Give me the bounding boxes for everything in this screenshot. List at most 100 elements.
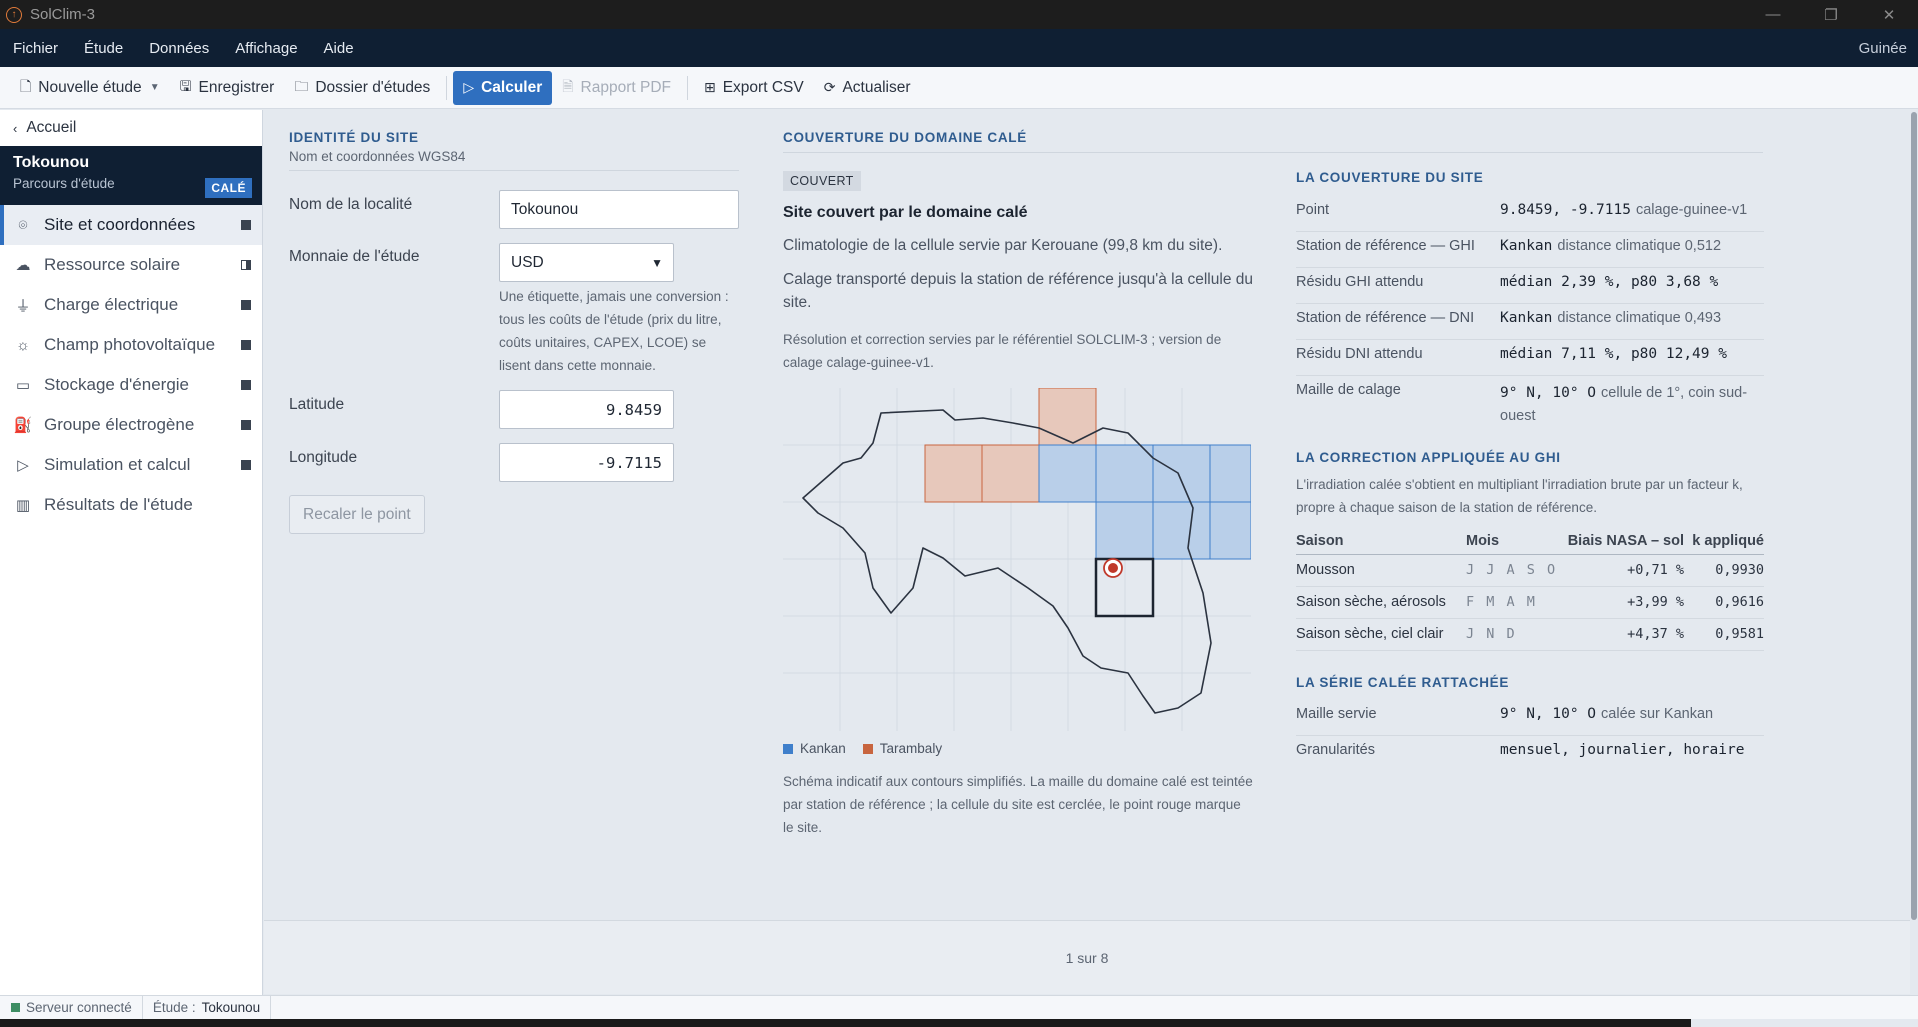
sidebar-item-pv-field[interactable]: ☼ Champ photovoltaïque <box>0 325 262 365</box>
kankan-cells <box>1038 444 1251 560</box>
folder-icon: 🗀 <box>294 77 309 94</box>
server-status: Serveur connecté <box>0 995 143 1020</box>
kankan-cell <box>1038 444 1097 503</box>
sidebar-item-site[interactable]: ⌾ Site et coordonnées <box>0 205 262 245</box>
col-bias: Biais NASA – sol <box>1566 528 1684 555</box>
kv-served-cell: Maille servie 9° N, 10° Ocalée sur Kanka… <box>1296 700 1764 736</box>
title-bar: ↑ SolClim-3 — ❐ ✕ <box>0 0 1918 29</box>
menu-bar: Fichier Étude Données Affichage Aide Gui… <box>0 29 1918 67</box>
table-row: Saison sèche, ciel clair J N D +4,37 % 0… <box>1296 618 1764 651</box>
play-icon: ▷ <box>17 457 29 474</box>
recalibrate-point-button[interactable]: Recaler le point <box>289 495 425 534</box>
new-study-button[interactable]: 🗋 Nouvelle étude ▼ <box>10 71 170 105</box>
sidebar-item-storage[interactable]: ▭ Stockage d'énergie <box>0 365 262 405</box>
sun-cloud-icon: ☁ <box>15 257 31 274</box>
coverage-section: COUVERTURE DU DOMAINE CALÉ <box>783 130 1763 153</box>
longitude-input[interactable]: -9.7115 <box>499 443 674 482</box>
generator-icon: ⛽ <box>13 417 33 434</box>
sidebar-item-results[interactable]: ▥ Résultats de l'étude <box>0 485 262 525</box>
location-pin-icon: ⌾ <box>18 216 28 234</box>
minimize-icon[interactable]: — <box>1744 0 1802 29</box>
sidebar-item-load[interactable]: ⏚ Charge électrique <box>0 285 262 325</box>
battery-icon: ▭ <box>15 377 31 394</box>
toolbar-divider <box>446 75 448 100</box>
region-label: Guinée <box>1858 39 1907 57</box>
document-icon: 🗎 <box>562 77 574 94</box>
kankan-cell <box>1095 501 1154 560</box>
menu-fichier[interactable]: Fichier <box>0 40 71 57</box>
kv-ghi-residual: Résidu GHI attendu médian 2,39 %, p80 3,… <box>1296 268 1764 304</box>
coverage-map <box>783 388 1251 731</box>
status-done-icon <box>241 220 251 230</box>
correction-heading: LA CORRECTION APPLIQUÉE AU GHI <box>1296 450 1561 465</box>
status-done-icon <box>241 460 251 470</box>
status-done-icon <box>241 340 251 350</box>
covered-tag: COUVERT <box>783 171 861 191</box>
menu-affichage[interactable]: Affichage <box>222 40 310 57</box>
menu-aide[interactable]: Aide <box>311 40 367 57</box>
sidebar-item-solar-resource[interactable]: ☁ Ressource solaire <box>0 245 262 285</box>
map-legend: Kankan Tarambaly <box>783 741 959 756</box>
status-bar: Serveur connecté Étude : Tokounou <box>0 995 1918 1020</box>
tarambaly-cell <box>981 444 1040 503</box>
identity-subheading: Nom et coordonnées WGS84 <box>289 149 466 164</box>
main-scrollbar[interactable] <box>1910 110 1918 922</box>
bar-chart-icon: ▥ <box>15 497 31 514</box>
window-title: SolClim-3 <box>30 6 96 23</box>
close-icon[interactable]: ✕ <box>1860 0 1918 29</box>
refresh-icon: ⟳ <box>823 79 836 95</box>
latitude-input[interactable]: 9.8459 <box>499 390 674 429</box>
menu-donnees[interactable]: Données <box>136 40 222 57</box>
coverage-title: Site couvert par le domaine calé <box>783 204 1028 221</box>
site-coverage-heading: LA COUVERTURE DU SITE <box>1296 170 1484 185</box>
divider <box>783 152 1763 153</box>
kankan-cell <box>1209 444 1251 503</box>
calibrated-badge: CALÉ <box>205 178 252 198</box>
locality-input[interactable]: Tokounou <box>499 190 739 229</box>
chevron-down-icon: ▼ <box>149 82 160 93</box>
new-file-icon: 🗋 <box>20 77 32 94</box>
series-heading: LA SÉRIE CALÉE RATTACHÉE <box>1296 675 1510 690</box>
play-icon: ▷ <box>463 79 475 95</box>
toolbar-divider <box>686 75 688 100</box>
study-header: Tokounou Parcours d'étude CALÉ <box>0 146 262 205</box>
back-link[interactable]: ‹ Accueil <box>0 110 262 146</box>
sidebar-item-simulation[interactable]: ▷ Simulation et calcul <box>0 445 262 485</box>
restore-icon[interactable]: ❐ <box>1802 0 1860 29</box>
table-row: Mousson J J A S O +0,71 % 0,9930 <box>1296 554 1764 587</box>
menu-etude[interactable]: Étude <box>71 40 136 57</box>
currency-label: Monnaie de l'étude <box>289 248 420 265</box>
kv-ghi-station: Station de référence — GHI Kankan distanc… <box>1296 232 1764 268</box>
pdf-report-button[interactable]: 🗎 Rapport PDF <box>552 71 681 105</box>
site-marker-icon <box>1108 563 1118 573</box>
currency-hint: Une étiquette, jamais une conversion : t… <box>499 289 729 373</box>
correction-description: L'irradiation calée s'obtient en multipl… <box>1296 477 1743 515</box>
coverage-resolution-text: Résolution et correction servies par le … <box>783 332 1222 370</box>
legend-kankan: Kankan <box>783 741 846 756</box>
col-season: Saison <box>1296 528 1466 555</box>
kankan-cell <box>1209 501 1251 560</box>
chevron-left-icon: ‹ <box>13 120 18 136</box>
save-button[interactable]: 🖫 Enregistrer <box>170 71 285 105</box>
taskbar-strip <box>0 1019 1691 1027</box>
identity-section: IDENTITÉ DU SITE Nom et coordonnées WGS8… <box>289 130 739 171</box>
kv-calibration-cell: Maille de calage 9° N, 10° Ocellule de 1… <box>1296 382 1748 424</box>
col-k: k appliqué <box>1684 528 1764 555</box>
refresh-button[interactable]: ⟳ Actualiser <box>814 71 921 105</box>
compute-button[interactable]: ▷ Calculer <box>453 70 553 105</box>
current-study-status: Étude : Tokounou <box>143 995 272 1020</box>
toolbar: 🗋 Nouvelle étude ▼ 🖫 Enregistrer 🗀 Dossi… <box>0 67 1918 109</box>
currency-select[interactable]: USD ▼ <box>499 243 674 282</box>
sun-icon: ☼ <box>16 336 30 354</box>
tarambaly-cell <box>924 444 983 503</box>
kv-dni-station: Station de référence — DNI Kankan distanc… <box>1296 304 1764 340</box>
app-logo-icon: ↑ <box>6 6 22 23</box>
sidebar-item-generator[interactable]: ⛽ Groupe électrogène <box>0 405 262 445</box>
scrollbar-thumb[interactable] <box>1911 112 1917 920</box>
study-folder-button[interactable]: 🗀 Dossier d'études <box>284 71 440 105</box>
kv-dni-residual: Résidu DNI attendu médian 7,11 %, p80 12… <box>1296 340 1764 376</box>
table-icon: ⊞ <box>703 79 716 95</box>
plug-icon: ⏚ <box>15 297 31 315</box>
csv-export-button[interactable]: ⊞ Export CSV <box>694 71 814 105</box>
status-partial-icon <box>241 260 251 270</box>
